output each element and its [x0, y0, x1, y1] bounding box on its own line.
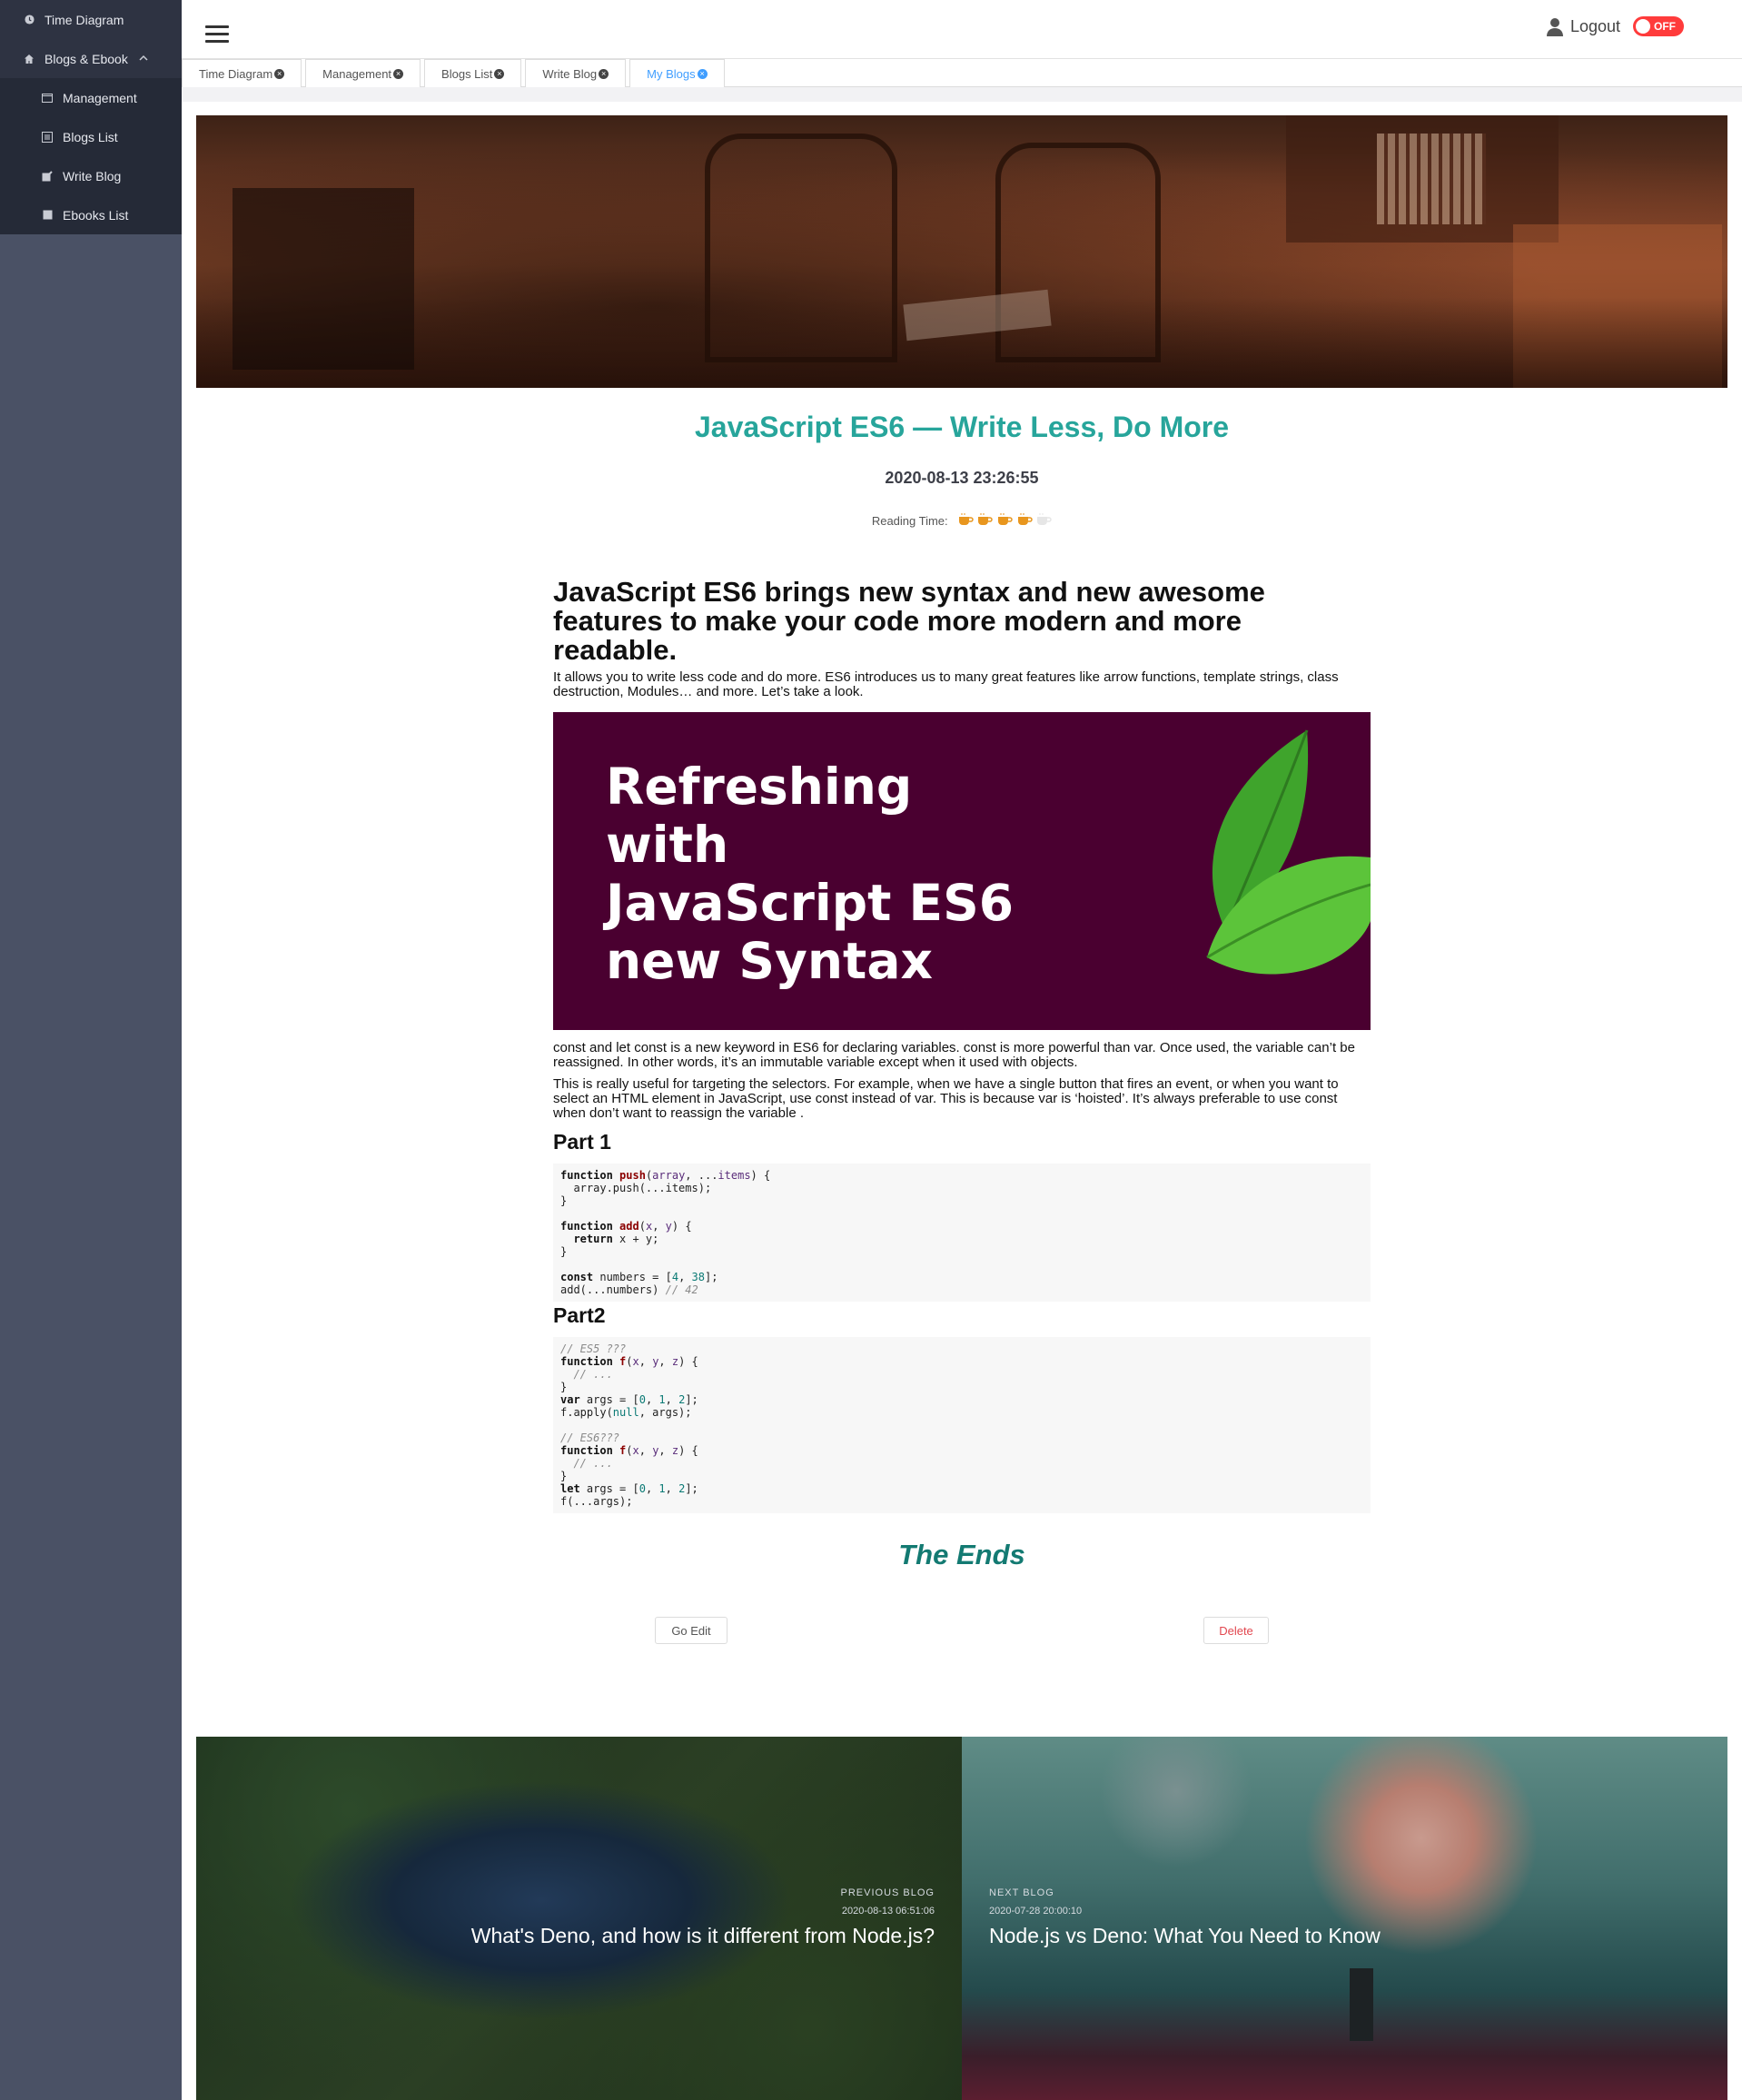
part1-heading: Part 1: [553, 1130, 611, 1154]
coffee-cup-icon: [1035, 512, 1052, 527]
es6-banner-image: Refreshing with JavaScript ES6 new Synta…: [553, 712, 1371, 1030]
sidebar-submenu: Management Blogs List Write Blog Ebooks …: [0, 78, 182, 234]
next-blog-label: NEXT BLOG: [989, 1887, 1054, 1898]
close-icon[interactable]: ×: [494, 68, 505, 79]
article-heading: JavaScript ES6 brings new syntax and new…: [553, 576, 1265, 666]
tab-label: Write Blog: [542, 66, 598, 81]
sidebar-item-blogs-list[interactable]: Blogs List: [0, 117, 182, 156]
reading-cups: [957, 512, 1053, 530]
next-blog-date: 2020-07-28 20:00:10: [989, 1906, 1083, 1917]
reading-time: Reading Time:: [196, 512, 1727, 530]
close-icon[interactable]: ×: [697, 68, 708, 79]
tab-label: My Blogs: [647, 66, 696, 81]
coffee-cup-icon: [957, 512, 974, 527]
chevron-up-icon: [139, 54, 148, 64]
sidebar-menu: Time Diagram Blogs & Ebook: [0, 0, 182, 78]
article-intro: It allows you to write less code and do …: [553, 669, 1339, 699]
previous-blog-card[interactable]: PREVIOUS BLOG 2020-08-13 06:51:06 What's…: [196, 1737, 962, 2100]
close-icon[interactable]: ×: [393, 68, 404, 79]
tab-management[interactable]: Management ×: [305, 59, 421, 87]
content-top-strip: [182, 87, 1742, 102]
sidebar-item-ebooks-list[interactable]: Ebooks List: [0, 195, 182, 234]
sidebar-item-label: Blogs & Ebook: [45, 51, 128, 66]
previous-blog-title[interactable]: What's Deno, and how is it different fro…: [471, 1924, 935, 1948]
user-icon: [1545, 16, 1565, 36]
banner-text: Refreshing with JavaScript ES6 new Synta…: [606, 758, 1014, 990]
tab-blogs-list[interactable]: Blogs List ×: [424, 59, 522, 87]
article-para-const: const and let const is a new keyword in …: [553, 1040, 1355, 1070]
sidebar-item-label: Management: [63, 90, 137, 105]
sidebar-item-label: Ebooks List: [63, 207, 129, 223]
post-title: JavaScript ES6 — Write Less, Do More: [694, 411, 1230, 443]
previous-blog-label: PREVIOUS BLOG: [840, 1887, 935, 1898]
article-body: JavaScript ES6 brings new syntax and new…: [553, 578, 1371, 1571]
the-ends-text: The Ends: [898, 1539, 1025, 1570]
next-blog-title[interactable]: Node.js vs Deno: What You Need to Know: [989, 1924, 1381, 1948]
logout-link[interactable]: Logout: [1570, 17, 1620, 36]
previous-blog-meta: PREVIOUS BLOG 2020-08-13 06:51:06 What's…: [471, 1887, 935, 1948]
previous-blog-date: 2020-08-13 06:51:06: [841, 1906, 935, 1917]
post-date: 2020-08-13 23:26:55: [885, 469, 1039, 487]
tab-write-blog[interactable]: Write Blog ×: [525, 59, 627, 87]
edit-icon: [41, 170, 54, 183]
sidebar-item-blogs-ebook[interactable]: Blogs & Ebook: [0, 39, 182, 78]
blog-navigation: PREVIOUS BLOG 2020-08-13 06:51:06 What's…: [196, 1737, 1727, 2100]
tab-time-diagram[interactable]: Time Diagram ×: [182, 59, 302, 87]
sidebar-item-label: Blogs List: [63, 129, 118, 144]
reading-time-label: Reading Time:: [871, 514, 948, 528]
home-icon: [23, 53, 35, 65]
sidebar: Time Diagram Blogs & Ebook Management Bl…: [0, 0, 182, 2100]
theme-toggle[interactable]: OFF: [1633, 16, 1684, 36]
mint-leaf-icon: [1206, 729, 1371, 975]
coffee-cup-icon: [976, 512, 994, 527]
hero-image: [196, 115, 1727, 388]
list-icon: [41, 131, 54, 144]
clock-icon: [23, 14, 35, 26]
next-blog-card[interactable]: NEXT BLOG 2020-07-28 20:00:10 Node.js vs…: [962, 1737, 1727, 2100]
user-area: Logout OFF: [1545, 16, 1684, 36]
book-icon: [41, 209, 54, 222]
menu-toggle-icon[interactable]: [205, 25, 229, 44]
coffee-cup-icon: [1016, 512, 1033, 527]
tab-my-blogs[interactable]: My Blogs ×: [629, 59, 725, 87]
sidebar-item-label: Time Diagram: [45, 12, 124, 27]
tab-label: Management: [322, 66, 392, 81]
sidebar-item-write-blog[interactable]: Write Blog: [0, 156, 182, 195]
close-icon[interactable]: ×: [274, 68, 285, 79]
code-block-part2: // ES5 ??? function f(x, y, z) { // ... …: [553, 1337, 1371, 1513]
top-header: Logout OFF: [182, 0, 1742, 59]
tab-bar: Time Diagram × Management × Blogs List × Wr…: [182, 59, 1742, 87]
part2-heading: Part2: [553, 1303, 606, 1327]
sidebar-item-time-diagram[interactable]: Time Diagram: [0, 0, 182, 39]
folder-icon: [41, 92, 54, 104]
monolith-shape: [1350, 1968, 1373, 2041]
coffee-cup-icon: [996, 512, 1013, 527]
next-blog-meta: NEXT BLOG 2020-07-28 20:00:10 Node.js vs…: [989, 1887, 1381, 1948]
toggle-knob: [1636, 19, 1650, 34]
tab-label: Blogs List: [441, 66, 493, 81]
delete-button[interactable]: Delete: [1203, 1617, 1269, 1644]
go-edit-button[interactable]: Go Edit: [655, 1617, 727, 1644]
tab-label: Time Diagram: [199, 66, 273, 81]
sidebar-item-management[interactable]: Management: [0, 78, 182, 117]
toggle-label: OFF: [1654, 20, 1676, 33]
article-para-selectors: This is really useful for targeting the …: [553, 1076, 1339, 1121]
close-icon[interactable]: ×: [599, 68, 609, 79]
sidebar-item-label: Write Blog: [63, 168, 122, 183]
code-block-part1: function push(array, ...items) { array.p…: [553, 1164, 1371, 1302]
